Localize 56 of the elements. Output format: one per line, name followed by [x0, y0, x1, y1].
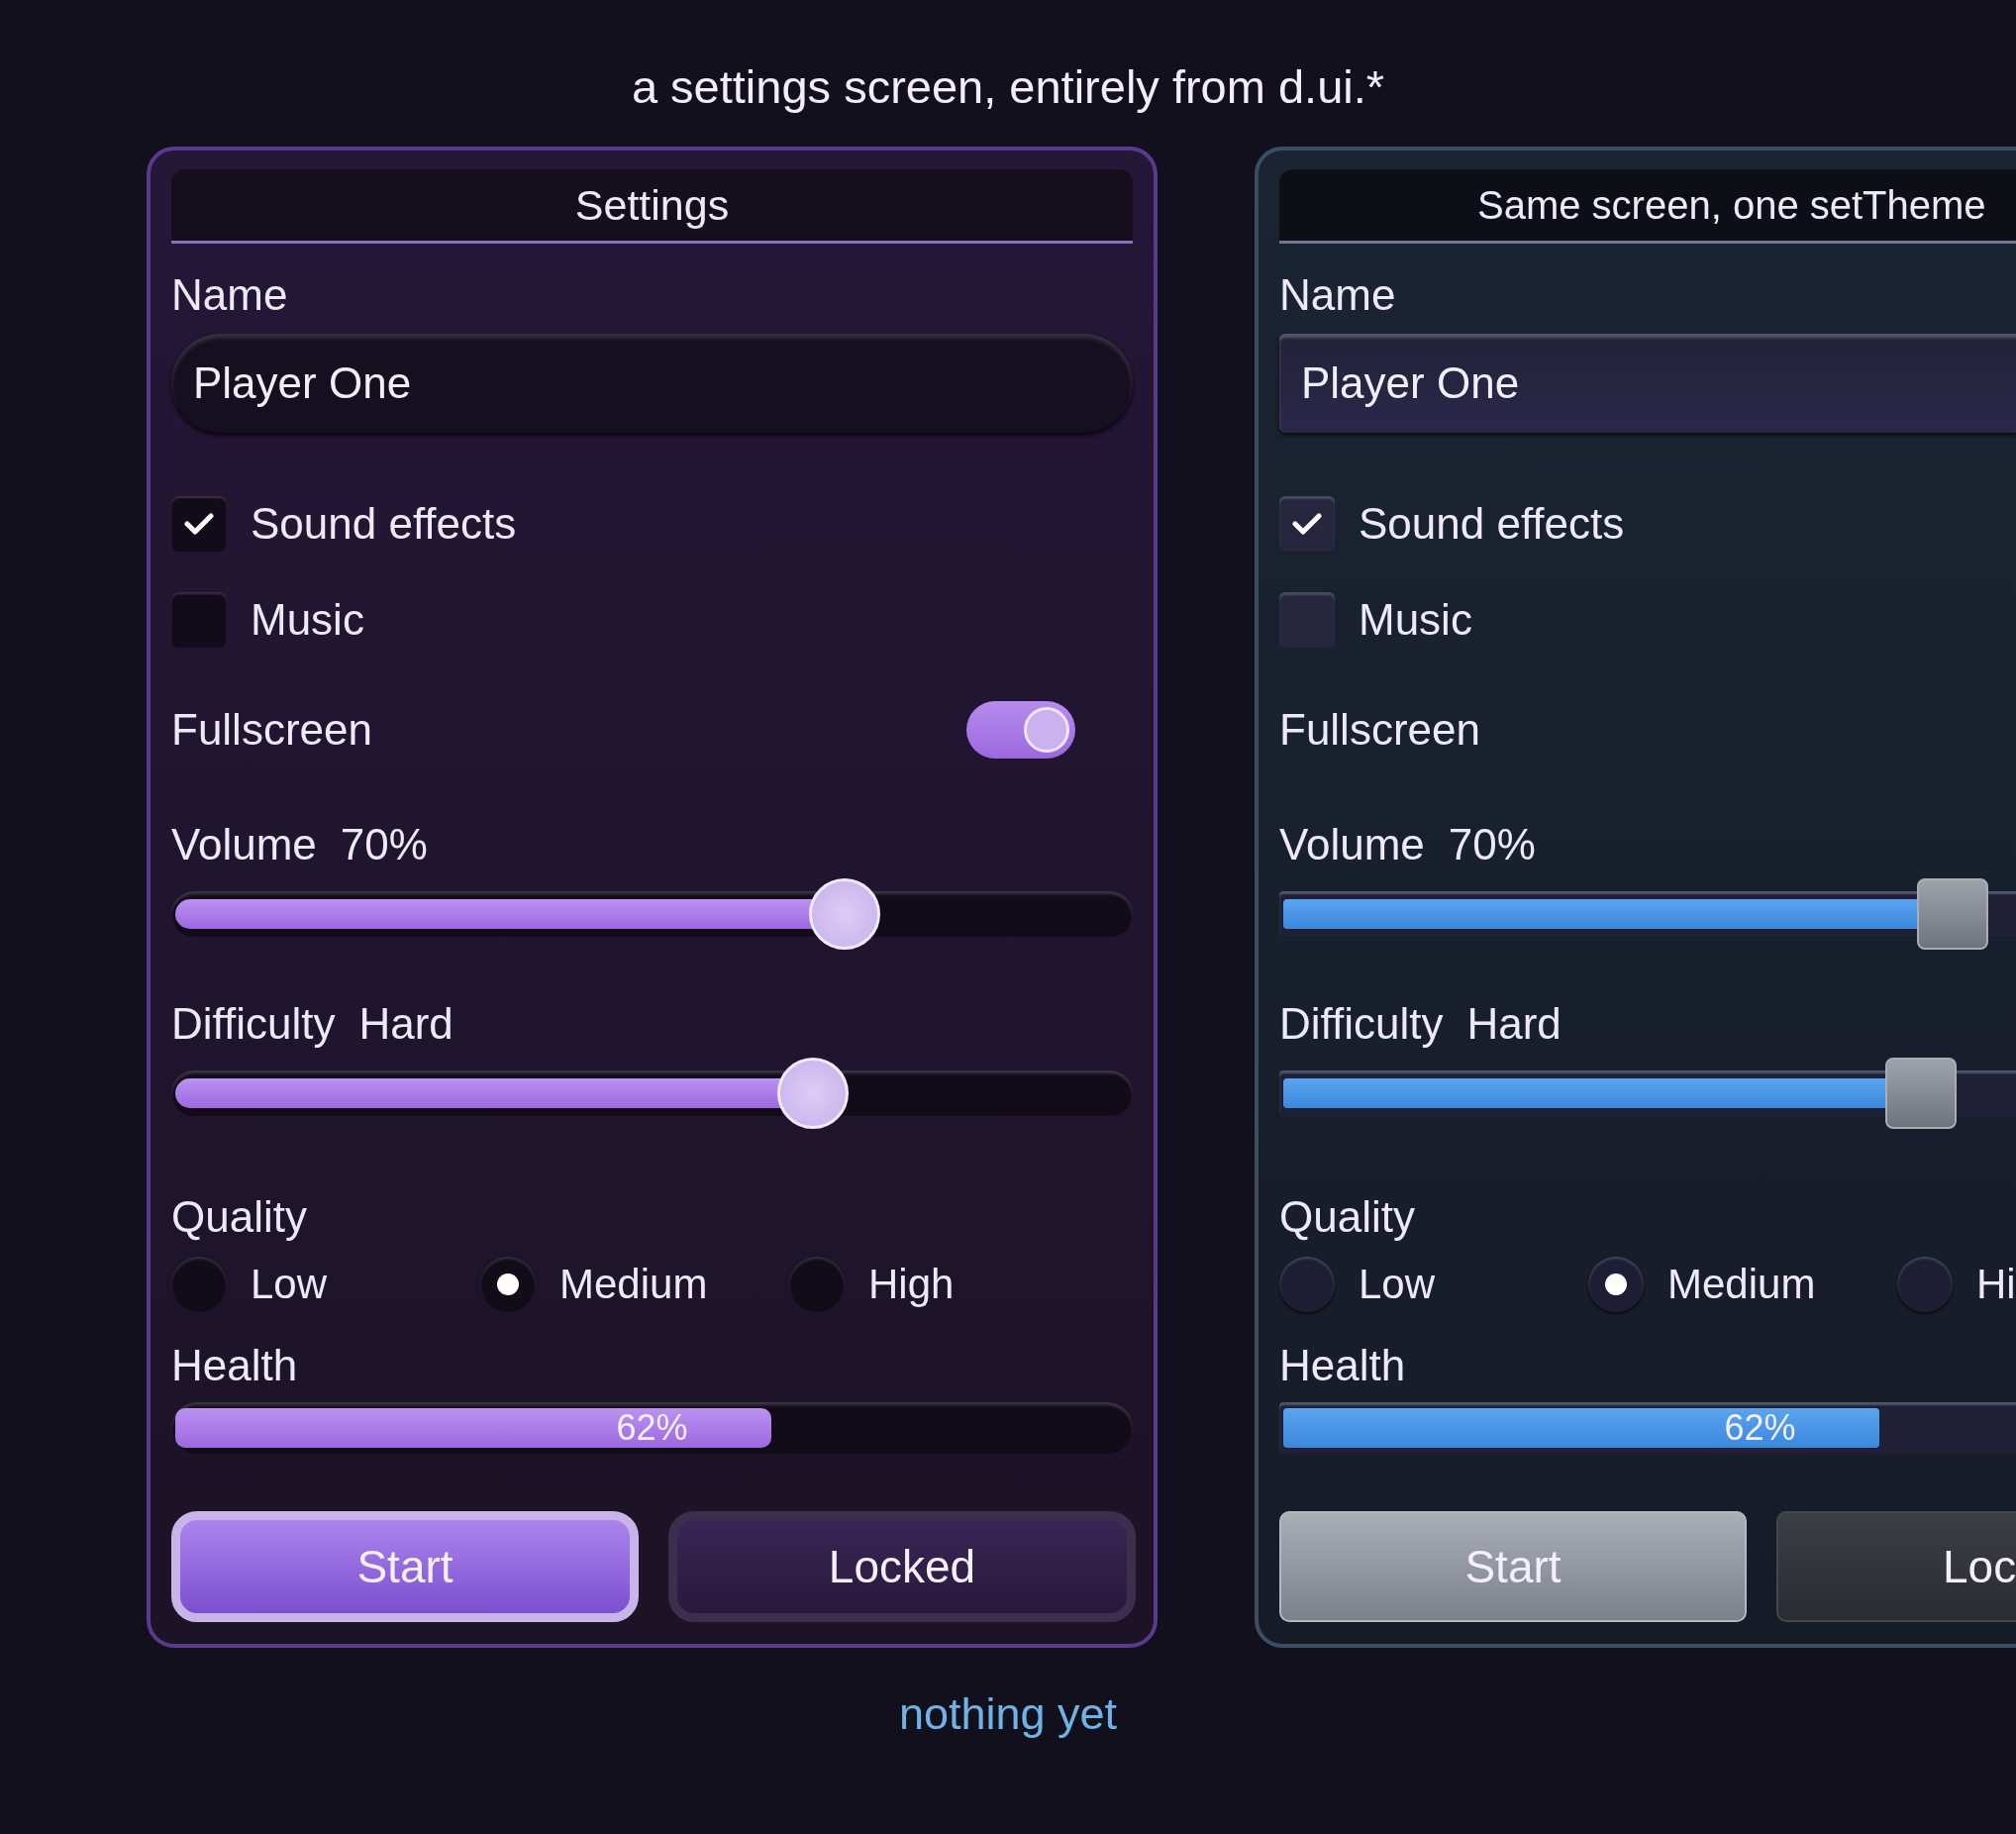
field-label: Name	[171, 271, 289, 319]
slider-value: Hard	[358, 1000, 454, 1048]
toggle-label: Fullscreen	[171, 706, 372, 754]
name-input[interactable]: Player One	[171, 334, 1133, 433]
slider-label: Volume	[171, 821, 317, 868]
name-input[interactable]: Player One	[1279, 334, 2016, 433]
progress-title: Health	[171, 1342, 299, 1389]
check-icon	[1292, 512, 1322, 536]
slider-value: 70%	[1448, 821, 1536, 868]
slider-value: Hard	[1466, 1000, 1562, 1048]
checkbox-label: Music	[1359, 596, 1472, 644]
status-text: nothing yet	[897, 1689, 1119, 1739]
radio-button[interactable]	[1279, 1257, 1335, 1312]
checkbox[interactable]	[171, 496, 227, 552]
checkbox-label: Sound effects	[251, 500, 517, 548]
slider-value: 70%	[340, 821, 428, 868]
radio-label: Low	[251, 1261, 328, 1308]
group-label: Quality	[1279, 1193, 1416, 1241]
slider[interactable]	[171, 878, 1133, 950]
radio-button[interactable]	[171, 1257, 227, 1312]
toggle-switch[interactable]	[966, 701, 1075, 759]
slider-label: Difficulty	[171, 1000, 336, 1048]
start-button[interactable]: Start	[171, 1511, 639, 1622]
caption-text: a settings screen, entirely from d.ui.*	[630, 62, 1386, 112]
checkbox-label: Music	[251, 596, 364, 644]
group-label: Quality	[171, 1193, 308, 1241]
progress-label: 62%	[615, 1406, 689, 1450]
slider-label: Volume	[1279, 821, 1425, 868]
field-label: Name	[1279, 271, 1397, 319]
slider-label: Difficulty	[1279, 1000, 1444, 1048]
progress-label: 62%	[1723, 1406, 1797, 1450]
radio-button[interactable]	[1897, 1257, 1953, 1312]
toggle-label: Fullscreen	[1279, 706, 1480, 754]
checkbox[interactable]	[1279, 592, 1335, 648]
check-icon	[184, 512, 214, 536]
radio-label: Medium	[1667, 1261, 1816, 1308]
slider-thumb[interactable]	[1884, 1058, 1957, 1129]
checkbox-label: Sound effects	[1359, 500, 1625, 548]
slider[interactable]	[171, 1058, 1133, 1129]
radio-label: High	[868, 1261, 955, 1308]
radio-label: Hi	[1976, 1261, 2016, 1308]
slider[interactable]	[1279, 878, 2016, 950]
locked-button[interactable]: Locked	[668, 1511, 1136, 1622]
radio-button[interactable]	[1588, 1257, 1644, 1312]
radio-label: Medium	[559, 1261, 708, 1308]
locked-button[interactable]: Loc	[1776, 1511, 2016, 1622]
radio-button[interactable]	[789, 1257, 845, 1312]
panel-title: Settings	[171, 169, 1133, 244]
radio-button[interactable]	[480, 1257, 536, 1312]
slider-thumb[interactable]	[1916, 878, 1988, 950]
progress-title: Health	[1279, 1342, 1407, 1389]
checkbox[interactable]	[171, 592, 227, 648]
slider[interactable]	[1279, 1058, 2016, 1129]
panel-title: Same screen, one setTheme	[1279, 169, 2016, 244]
checkbox[interactable]	[1279, 496, 1335, 552]
radio-label: Low	[1359, 1261, 1436, 1308]
